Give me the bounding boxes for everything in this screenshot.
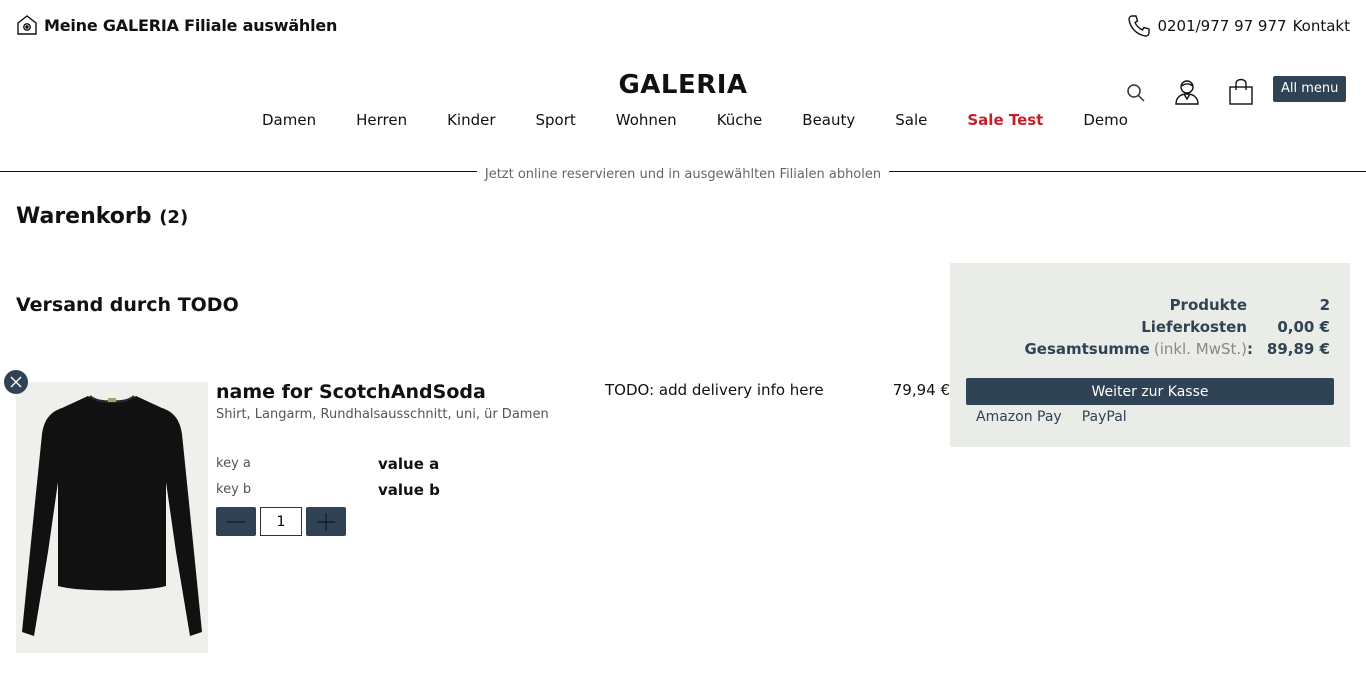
quantity-increase-button[interactable] bbox=[306, 507, 346, 536]
product-description: Shirt, Langarm, Rundhalsausschnitt, uni,… bbox=[216, 407, 549, 422]
summary-shipping-value: 0,00 € bbox=[1277, 318, 1330, 336]
payment-options: Amazon Pay PayPal bbox=[976, 409, 1127, 425]
quantity-decrease-button[interactable] bbox=[216, 507, 256, 536]
nav-item-sport[interactable]: Sport bbox=[516, 109, 596, 131]
product-price: 79,94 € bbox=[892, 381, 950, 399]
shopping-bag-icon[interactable] bbox=[1228, 78, 1254, 110]
galeria-logo[interactable]: GALERIA bbox=[0, 70, 1366, 100]
phone-icon bbox=[1127, 14, 1151, 38]
store-select-label: Meine GALERIA Filiale auswählen bbox=[44, 15, 338, 35]
summary-shipping-label: Lieferkosten bbox=[1141, 318, 1247, 336]
minus-icon bbox=[227, 520, 245, 523]
summary-products-row: Produkte 2 bbox=[1170, 296, 1330, 314]
order-summary: Produkte 2 Lieferkosten 0,00 € Gesamtsum… bbox=[950, 263, 1350, 447]
paypal-link[interactable]: PayPal bbox=[1082, 409, 1127, 425]
nav-item-sale-test[interactable]: Sale Test bbox=[947, 109, 1063, 131]
nav-item-demo[interactable]: Demo bbox=[1063, 109, 1148, 131]
product-image[interactable] bbox=[16, 382, 208, 653]
remove-item-button[interactable] bbox=[4, 370, 28, 394]
attribute-key: key a bbox=[216, 456, 251, 471]
nav-item-beauty[interactable]: Beauty bbox=[782, 109, 875, 131]
nav-item-kinder[interactable]: Kinder bbox=[427, 109, 515, 131]
contact-link[interactable]: Kontakt bbox=[1293, 17, 1350, 35]
summary-total-label: Gesamtsumme bbox=[1024, 340, 1150, 358]
search-icon[interactable] bbox=[1126, 83, 1146, 107]
store-icon bbox=[16, 14, 38, 36]
summary-total-value: 89,89 € bbox=[1266, 340, 1330, 358]
store-select-link[interactable]: Meine GALERIA Filiale auswählen bbox=[16, 14, 337, 36]
summary-total-row: Gesamtsumme (inkl. MwSt.) : 89,89 € bbox=[1024, 340, 1330, 358]
attribute-key: key b bbox=[216, 482, 252, 497]
all-menu-button[interactable]: All menu bbox=[1273, 76, 1347, 102]
nav-item-herren[interactable]: Herren bbox=[336, 109, 427, 131]
plus-icon bbox=[317, 512, 335, 531]
amazon-pay-link[interactable]: Amazon Pay bbox=[976, 409, 1062, 425]
cart-count: (2) bbox=[159, 207, 189, 228]
reservation-banner-text: Jetzt online reservieren und in ausgewäh… bbox=[476, 167, 890, 182]
delivery-info: TODO: add delivery info here bbox=[605, 381, 824, 399]
nav-item-sale[interactable]: Sale bbox=[875, 109, 947, 131]
attribute-value: value b bbox=[378, 481, 440, 499]
summary-products-value: 2 bbox=[1319, 296, 1330, 314]
close-icon bbox=[10, 376, 22, 388]
page-title: Warenkorb (2) bbox=[16, 204, 188, 229]
product-name[interactable]: name for ScotchAndSoda bbox=[216, 381, 486, 403]
cart-title: Warenkorb bbox=[16, 204, 152, 229]
summary-products-label: Produkte bbox=[1169, 296, 1247, 314]
main-navigation: Damen Herren Kinder Sport Wohnen Küche B… bbox=[242, 109, 1148, 131]
summary-shipping-row: Lieferkosten 0,00 € bbox=[1141, 318, 1330, 336]
checkout-button[interactable]: Weiter zur Kasse bbox=[966, 378, 1334, 405]
nav-item-wohnen[interactable]: Wohnen bbox=[596, 109, 697, 131]
shipping-section-title: Versand durch TODO bbox=[16, 294, 239, 316]
attribute-value: value a bbox=[378, 455, 440, 473]
nav-item-damen[interactable]: Damen bbox=[242, 109, 336, 131]
contact-area: 0201/977 97 977 Kontakt bbox=[1127, 14, 1350, 38]
account-icon[interactable] bbox=[1173, 78, 1201, 110]
reservation-banner: Jetzt online reservieren und in ausgewäh… bbox=[0, 163, 1366, 182]
phone-number[interactable]: 0201/977 97 977 bbox=[1157, 17, 1286, 35]
summary-total-note: (inkl. MwSt.) bbox=[1153, 340, 1247, 358]
nav-item-kueche[interactable]: Küche bbox=[697, 109, 783, 131]
quantity-input[interactable] bbox=[260, 507, 302, 536]
